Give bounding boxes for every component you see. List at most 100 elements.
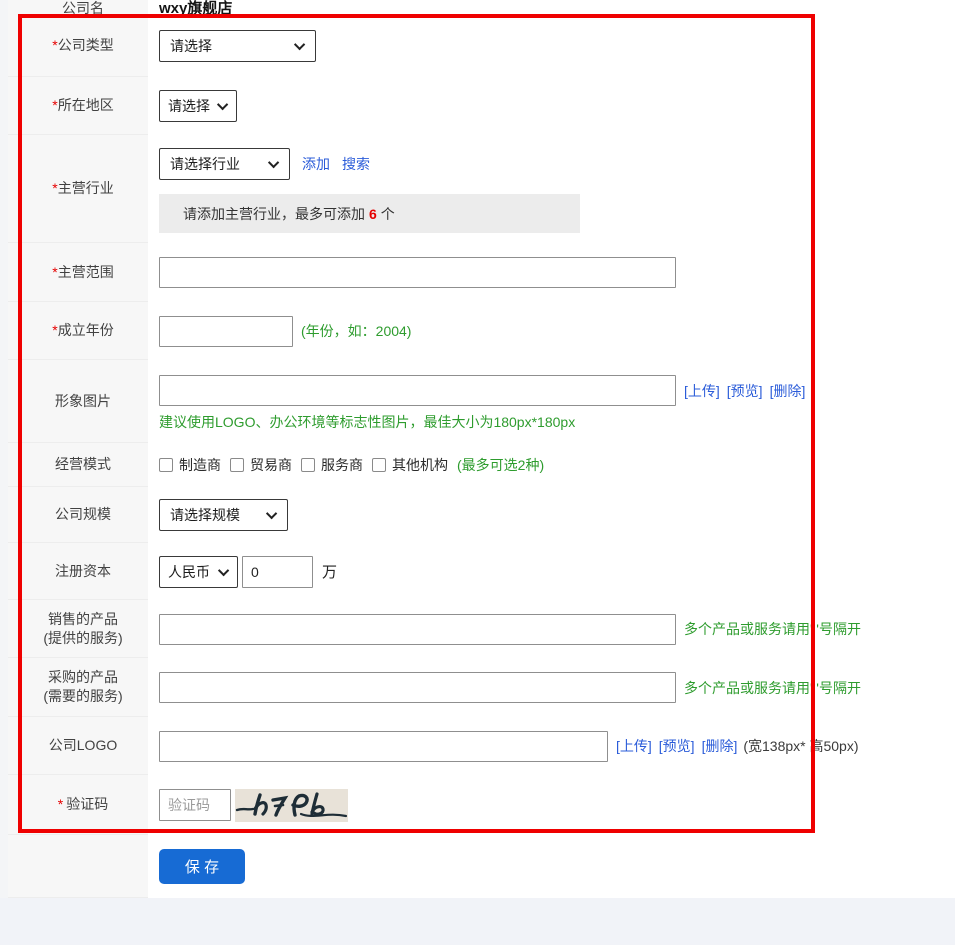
company-info-form: 公司名 wxy旗舰店 *公司类型 请选择 *所在地区 请选择 — [8, 0, 948, 898]
logo-preview-link[interactable]: [预览] — [659, 736, 695, 756]
industry-notice-suffix: 个 — [381, 204, 395, 224]
region-label: *所在地区 — [52, 96, 113, 115]
founding-year-label: *成立年份 — [52, 321, 113, 340]
founding-year-hint: (年份，如：2004) — [301, 321, 411, 341]
row-products-sold: 销售的产品 (提供的服务) 多个产品或服务请用'|'号隔开 — [8, 600, 948, 658]
row-business-model: 经营模式 制造商 贸易商 服务商 — [8, 443, 948, 487]
founding-year-label-cell: *成立年份 — [8, 302, 148, 360]
row-registered-capital: 注册资本 人民币 万 — [8, 543, 948, 600]
page-left-gutter — [0, 0, 8, 898]
main-scope-input[interactable] — [159, 257, 676, 288]
company-name-value: wxy旗舰店 — [159, 0, 232, 14]
founding-year-input[interactable] — [159, 316, 293, 347]
row-company-size: 公司规模 请选择规模 — [8, 487, 948, 543]
company-type-select-value: 请选择 — [170, 36, 212, 56]
image-picture-hint: 建议使用LOGO、办公环境等标志性图片，最佳大小为180px*180px — [159, 412, 575, 432]
main-industry-select[interactable]: 请选择行业 — [159, 148, 290, 180]
products-purchased-label-cell: 采购的产品 (需要的服务) — [8, 658, 148, 717]
industry-add-link[interactable]: 添加 — [302, 154, 330, 174]
checkbox-item-other-org: 其他机构 — [372, 455, 448, 475]
service-provider-checkbox-label: 服务商 — [321, 455, 363, 475]
company-size-select[interactable]: 请选择规模 — [159, 499, 288, 531]
chevron-down-icon — [218, 564, 229, 575]
products-sold-label: 销售的产品 (提供的服务) — [43, 610, 122, 648]
company-logo-input[interactable] — [159, 731, 608, 762]
image-upload-link[interactable]: [上传] — [684, 381, 720, 401]
manufacturer-checkbox[interactable] — [159, 458, 173, 472]
logo-size-note: (宽138px* 高50px) — [743, 736, 858, 756]
captcha-input[interactable] — [159, 789, 231, 821]
registered-capital-label-cell: 注册资本 — [8, 543, 148, 600]
company-size-label: 公司规模 — [55, 505, 111, 524]
save-button[interactable]: 保 存 — [159, 849, 245, 884]
row-save: 保 存 — [8, 835, 948, 898]
capital-amount-input[interactable] — [242, 556, 313, 588]
row-main-scope: *主营范围 — [8, 243, 948, 302]
business-model-label-cell: 经营模式 — [8, 443, 148, 487]
image-picture-label: 形象图片 — [55, 392, 111, 411]
region-label-cell: *所在地区 — [8, 77, 148, 135]
row-image-picture: 形象图片 [上传] [预览] [删除] 建议使用LOGO、办公环境等标志性图片，… — [8, 360, 948, 443]
row-company-logo: 公司LOGO [上传] [预览] [删除] (宽138px* 高50px) — [8, 717, 948, 775]
company-logo-label-cell: 公司LOGO — [8, 717, 148, 775]
captcha-label-cell: *验证码 — [8, 775, 148, 835]
row-founding-year: *成立年份 (年份，如：2004) — [8, 302, 948, 360]
business-model-label: 经营模式 — [55, 455, 111, 474]
business-model-hint: (最多可选2种) — [457, 455, 544, 475]
page-footer — [0, 898, 955, 945]
currency-select[interactable]: 人民币 — [159, 556, 238, 588]
products-purchased-input[interactable] — [159, 672, 676, 703]
currency-select-value: 人民币 — [168, 562, 210, 582]
checkbox-item-service-provider: 服务商 — [301, 455, 363, 475]
image-picture-input[interactable] — [159, 375, 676, 406]
products-sold-label-cell: 销售的产品 (提供的服务) — [8, 600, 148, 658]
required-asterisk: * — [58, 796, 63, 812]
captcha-label: *验证码 — [58, 795, 108, 814]
chevron-down-icon — [294, 38, 305, 49]
industry-notice-count: 6 — [369, 206, 377, 222]
row-captcha: *验证码 — [8, 775, 948, 835]
main-industry-label-cell: *主营行业 — [8, 135, 148, 243]
company-type-label-cell: *公司类型 — [8, 14, 148, 77]
company-type-select[interactable]: 请选择 — [159, 30, 316, 62]
main-industry-label: *主营行业 — [52, 179, 113, 198]
company-logo-label: 公司LOGO — [49, 736, 117, 755]
row-main-industry: *主营行业 请选择行业 添加 搜索 请添加主营行业，最多可添加 6 个 — [8, 135, 948, 243]
row-products-purchased: 采购的产品 (需要的服务) 多个产品或服务请用'|'号隔开 — [8, 658, 948, 717]
company-name-label: 公司名 — [62, 0, 104, 14]
region-select[interactable]: 请选择 — [159, 90, 237, 122]
trader-checkbox-label: 贸易商 — [250, 455, 292, 475]
registered-capital-label: 注册资本 — [55, 562, 111, 581]
company-name-label-cell: 公司名 — [8, 0, 148, 14]
chevron-down-icon — [217, 99, 228, 110]
logo-upload-link[interactable]: [上传] — [616, 736, 652, 756]
save-label-cell — [8, 835, 148, 898]
products-purchased-hint: 多个产品或服务请用'|'号隔开 — [684, 678, 861, 698]
company-name-value-cell: wxy旗舰店 — [148, 0, 948, 14]
chevron-down-icon — [268, 157, 279, 168]
products-sold-input[interactable] — [159, 614, 676, 645]
chevron-down-icon — [266, 508, 277, 519]
industry-notice-box: 请添加主营行业，最多可添加 6 个 — [159, 194, 580, 233]
trader-checkbox[interactable] — [230, 458, 244, 472]
industry-notice-prefix: 请添加主营行业，最多可添加 — [183, 204, 365, 224]
other-org-checkbox[interactable] — [372, 458, 386, 472]
row-company-type: *公司类型 请选择 — [8, 14, 948, 77]
image-preview-link[interactable]: [预览] — [727, 381, 763, 401]
image-picture-label-cell: 形象图片 — [8, 360, 148, 443]
products-purchased-label: 采购的产品 (需要的服务) — [43, 668, 122, 706]
region-select-value: 请选择 — [168, 96, 210, 116]
industry-search-link[interactable]: 搜索 — [342, 154, 370, 174]
row-region: *所在地区 请选择 — [8, 77, 948, 135]
other-org-checkbox-label: 其他机构 — [392, 455, 448, 475]
checkbox-item-trader: 贸易商 — [230, 455, 292, 475]
logo-delete-link[interactable]: [删除] — [702, 736, 738, 756]
service-provider-checkbox[interactable] — [301, 458, 315, 472]
company-size-label-cell: 公司规模 — [8, 487, 148, 543]
manufacturer-checkbox-label: 制造商 — [179, 455, 221, 475]
company-type-label: *公司类型 — [52, 36, 113, 55]
main-scope-label-cell: *主营范围 — [8, 243, 148, 302]
products-sold-hint: 多个产品或服务请用'|'号隔开 — [684, 619, 861, 639]
captcha-image[interactable] — [235, 789, 348, 822]
image-delete-link[interactable]: [删除] — [770, 381, 806, 401]
